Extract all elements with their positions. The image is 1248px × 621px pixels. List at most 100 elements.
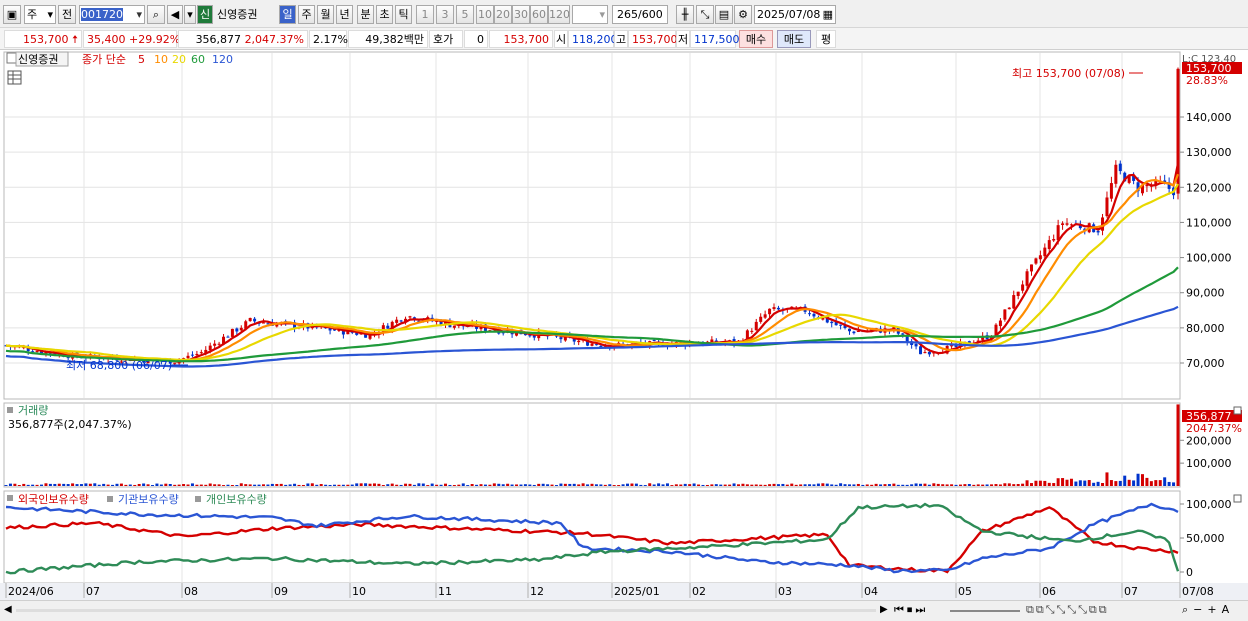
volume-bar (550, 484, 554, 486)
tab-month[interactable]: 월 (317, 5, 334, 24)
volume-bar (683, 483, 687, 486)
volume-bar (705, 484, 709, 486)
volume-bar (66, 484, 70, 486)
volume-bar (728, 484, 732, 486)
interval-20[interactable]: 20 (494, 5, 512, 24)
tab-tick[interactable]: 틱 (395, 5, 412, 24)
interval-5[interactable]: 5 (456, 5, 474, 24)
volume-bar (630, 483, 634, 486)
change-value: 35,400 (87, 33, 126, 46)
price-tick-label: 110,000 (1186, 216, 1232, 229)
table-icon[interactable] (7, 70, 22, 85)
volume-bar (315, 484, 319, 486)
volume-value: 356,877 (195, 33, 242, 46)
count-input[interactable]: 265/600 (612, 5, 668, 24)
interval-10[interactable]: 10 (476, 5, 494, 24)
volume-bar (967, 484, 971, 486)
volume-bar (270, 483, 274, 486)
sound-icon[interactable]: ◀ (167, 5, 183, 24)
chevron-down-icon[interactable]: ▾ (184, 5, 196, 24)
candle-body (186, 355, 190, 359)
volume-bar (204, 484, 208, 486)
chart-tool-icon[interactable]: ⤡ (696, 5, 714, 24)
prev-button[interactable]: 전 (58, 5, 76, 24)
volume-bar (572, 483, 576, 486)
volume-tick-label: 100,000 (1186, 457, 1232, 470)
tab-minute[interactable]: 분 (357, 5, 374, 24)
interval-120[interactable]: 120 (548, 5, 570, 24)
volume-bar (1025, 480, 1029, 486)
volume-bar (870, 484, 874, 486)
candle-body (1096, 230, 1100, 233)
sell-button[interactable]: 매도 (777, 30, 811, 48)
volume-bar (168, 484, 172, 486)
interval-30[interactable]: 30 (512, 5, 530, 24)
volume-bar (932, 483, 936, 486)
candle-body (528, 335, 532, 337)
volume-bar (133, 484, 137, 486)
volume-bar (532, 484, 536, 486)
candle-type-icon[interactable]: ╫ (676, 5, 694, 24)
chart-svg[interactable]: 140,000 130,000 120,000 110,000 100,000 90,00… (0, 50, 1248, 600)
close-icon[interactable] (1233, 494, 1242, 503)
close-icon[interactable] (1233, 406, 1242, 415)
volume-bar (803, 484, 807, 486)
zoom-slider[interactable] (950, 610, 1020, 612)
volume-bar (426, 485, 430, 486)
interval-60[interactable]: 60 (530, 5, 548, 24)
search-icon[interactable]: ⌕ (147, 5, 165, 24)
candle-body (768, 308, 772, 315)
interval-1[interactable]: 1 (416, 5, 434, 24)
volume-bar (93, 483, 97, 486)
save-icon[interactable]: ▤ (715, 5, 733, 24)
legend-marker (107, 496, 113, 502)
scroll-bar[interactable]: ◀ ▶ ⏮⏹⏭ ⧉⧉⤡⤡⤡⤡⧉⧉ ⌕−+A (0, 600, 1248, 621)
scroll-left-icon[interactable]: ◀ (4, 604, 12, 615)
period-type-select[interactable]: 주 ▾ (24, 5, 56, 24)
volume-bar (368, 483, 372, 486)
scroll-right-icon[interactable]: ▶ (880, 604, 888, 615)
volume-bar (839, 483, 843, 486)
candle-body (754, 321, 758, 331)
buy-button[interactable]: 매수 (739, 30, 773, 48)
candle-body (1065, 223, 1069, 225)
volume-bar (1114, 481, 1118, 486)
date-input[interactable]: 2025/07/08 ▦ (754, 5, 836, 24)
custom-interval-select[interactable]: ▾ (572, 5, 608, 24)
scroll-track[interactable] (16, 609, 876, 612)
playback-controls[interactable]: ⏮⏹⏭ (894, 603, 928, 617)
volume-bar (199, 484, 203, 486)
stock-code-input[interactable]: 001720 ▾ (79, 5, 145, 24)
candle-body (923, 352, 927, 354)
tab-second[interactable]: 초 (376, 5, 393, 24)
volume-bar (657, 483, 661, 486)
holding-menu-icon[interactable] (7, 495, 13, 501)
avg-button[interactable]: 평 (816, 30, 836, 48)
tab-day[interactable]: 일 (279, 5, 296, 24)
volume-bar (1136, 473, 1140, 486)
tab-week[interactable]: 주 (298, 5, 315, 24)
volume-bar (372, 483, 376, 486)
hoga-label: 호가 (429, 30, 463, 48)
tab-year[interactable]: 년 (336, 5, 353, 24)
candle-body (577, 340, 581, 343)
zoom-icons[interactable]: ⌕−+A (1182, 603, 1234, 617)
volume-bar (1003, 483, 1007, 486)
window-menu-icon[interactable]: ▣ (3, 5, 21, 24)
volume-bar (497, 483, 501, 486)
candle-body (1038, 255, 1042, 260)
interval-3[interactable]: 3 (436, 5, 454, 24)
volume-bar (879, 484, 883, 486)
volume-menu-icon[interactable] (7, 407, 13, 413)
volume-bar (355, 483, 359, 486)
volume-bar (714, 484, 718, 486)
chart-area[interactable]: 140,000 130,000 120,000 110,000 100,000 90,00… (0, 50, 1248, 600)
candle-body (386, 325, 390, 329)
volume-bar (146, 484, 150, 486)
chart-tool-icons[interactable]: ⧉⧉⤡⤡⤡⤡⧉⧉ (1026, 603, 1109, 617)
gear-icon[interactable]: ⚙ (734, 5, 752, 24)
count-max: /600 (638, 8, 663, 21)
price-tick-label: 140,000 (1186, 111, 1232, 124)
volume-bar (985, 484, 989, 486)
volume-bar (40, 484, 44, 486)
